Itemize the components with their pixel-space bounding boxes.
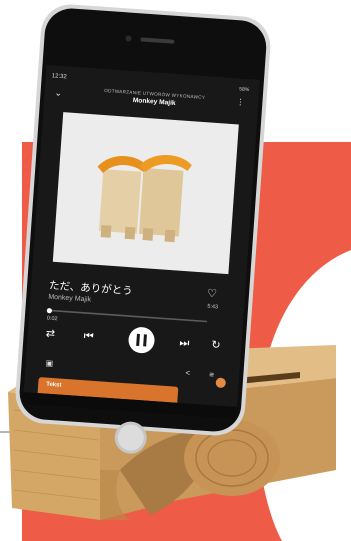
lyrics-label: Tekst [45,381,62,389]
status-time: 12:32 [51,73,67,81]
shuffle-icon[interactable]: ⇄ [45,327,55,340]
chevron-down-icon[interactable]: ⌄ [54,88,62,99]
product-photo: 12:32 58% ⌄ ODTWARZANIE UTWORÓW WYKONAWC… [0,0,351,541]
repeat-icon[interactable]: ↻ [211,339,221,352]
music-player-screen: 12:32 58% ⌄ ODTWARZANIE UTWORÓW WYKONAWC… [24,15,264,407]
skip-next-icon[interactable]: ⏭ [179,337,190,350]
status-battery: 58% [239,86,250,94]
heart-icon[interactable]: ♡ [207,287,218,301]
elapsed-time: 0:02 [46,315,58,323]
share-icon[interactable]: < [185,368,190,377]
skip-previous-icon[interactable]: ⏮ [83,330,94,343]
devices-icon[interactable]: ▣ [45,359,53,369]
total-time: 5:43 [207,303,219,311]
queue-icon[interactable]: ≡ [209,370,214,379]
kebab-menu-icon[interactable]: ⋮ [236,97,245,107]
